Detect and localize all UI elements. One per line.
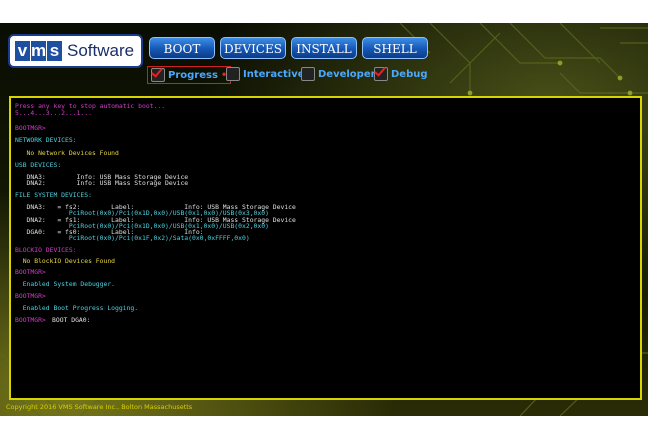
console-line: Enabled System Debugger. xyxy=(15,280,116,288)
console-line: BOOTMGR> xyxy=(15,124,46,132)
console-line: No Network Devices Found xyxy=(15,149,119,157)
console-line: USB DEVICES: xyxy=(15,161,62,169)
console-line: 5...4...3...2...1... xyxy=(15,109,92,117)
console-line: Enabled Boot Progress Logging. xyxy=(15,304,139,312)
shell-button-label: SHELL xyxy=(373,42,417,56)
boot-manager-window: v m s Software BOOT DEVICES INSTALL SHEL… xyxy=(0,23,648,416)
developer-checkbox[interactable] xyxy=(301,67,315,81)
console-line: PciRoot(0x0)/Pci(0x1F,0x2)/Sata(0x0,0xFF… xyxy=(15,234,250,242)
console-output[interactable]: Press any key to stop automatic boot... 5… xyxy=(9,96,642,400)
logo-letter: m xyxy=(31,41,47,61)
console-line: FILE SYSTEM DEVICES: xyxy=(15,191,92,199)
logo-letter: s xyxy=(47,41,62,61)
console-line: NETWORK DEVICES: xyxy=(15,136,77,144)
progress-option[interactable]: Progress • xyxy=(147,66,232,84)
console-line: BOOTMGR> xyxy=(15,268,46,276)
install-button-label: INSTALL xyxy=(296,42,352,56)
vms-logo-mark: v m s xyxy=(15,41,63,61)
copyright-text: Copyright 2016 VMS Software Inc., Bolton… xyxy=(6,403,193,411)
progress-label: Progress xyxy=(168,69,218,81)
devices-button[interactable]: DEVICES xyxy=(220,37,286,59)
logo-word: Software xyxy=(67,41,135,60)
logo-letter: v xyxy=(15,41,30,61)
install-button[interactable]: INSTALL xyxy=(291,37,357,59)
progress-checkbox[interactable] xyxy=(151,68,165,82)
console-line: BOOT DGA0: xyxy=(52,316,91,324)
boot-button[interactable]: BOOT xyxy=(149,37,215,59)
boot-button-label: BOOT xyxy=(163,42,201,56)
shell-button[interactable]: SHELL xyxy=(362,37,428,59)
developer-option[interactable]: Developer xyxy=(301,67,376,81)
interactive-checkbox[interactable] xyxy=(226,67,240,81)
developer-label: Developer xyxy=(318,68,376,80)
debug-option[interactable]: Debug xyxy=(374,67,428,81)
debug-label: Debug xyxy=(391,68,428,80)
interactive-option[interactable]: Interactive xyxy=(226,67,305,81)
vms-software-logo: v m s Software xyxy=(8,34,143,68)
console-line: BLOCKIO DEVICES: xyxy=(15,246,77,254)
devices-button-label: DEVICES xyxy=(224,42,282,56)
debug-checkbox[interactable] xyxy=(374,67,388,81)
console-line: BOOTMGR> xyxy=(15,292,46,300)
console-line: BOOTMGR> xyxy=(15,316,46,324)
console-line: DNA2: Info: USB Mass Storage Device xyxy=(15,179,189,187)
interactive-label: Interactive xyxy=(243,68,305,80)
console-line: No BlockIO Devices Found xyxy=(15,257,116,265)
